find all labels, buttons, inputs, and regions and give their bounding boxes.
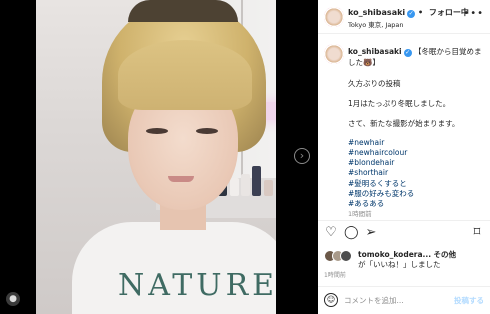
header-username-row: ko_shibasaki ✓ • フォロー中 [348, 8, 469, 18]
left-eye [146, 128, 168, 134]
user-icon[interactable]: ● [6, 292, 20, 306]
others-link[interactable]: その他 [434, 250, 457, 259]
bottle [252, 166, 261, 196]
comment-bar: ☺ 投稿する [318, 286, 490, 314]
hashtag-link[interactable]: #blondehair [348, 158, 394, 167]
likes-suffix: が「いいね！」しました [358, 260, 441, 269]
comment-input[interactable] [344, 294, 454, 307]
caption-first-line: ko_shibasaki ✓ 【冬眠から目覚めました🐻】 [348, 46, 486, 68]
verified-badge-icon: ✓ [403, 49, 412, 57]
hair-roots [128, 0, 238, 22]
emoji-icon[interactable]: ☺ [324, 293, 338, 307]
username-link[interactable]: ko_shibasaki [348, 8, 405, 17]
hashtag-link[interactable]: #shorthair [348, 168, 388, 177]
location-link[interactable]: Tokyo 東京, Japan [348, 19, 404, 29]
liker-avatar[interactable] [340, 250, 352, 262]
post-timestamp: 1時間前 [324, 272, 346, 279]
caption-line: 久方ぶりの投稿 [348, 79, 401, 88]
hashtag-link[interactable]: #newhair [348, 138, 384, 147]
post-header: ko_shibasaki ✓ • フォロー中 Tokyo 東京, Japan ••… [318, 0, 490, 34]
action-bar: ♡ ◯ ➢ ⌑ [318, 220, 490, 244]
more-dots-icon[interactable]: ••• [463, 8, 484, 19]
share-icon[interactable]: ➢ [364, 226, 378, 240]
chevron-right-icon[interactable]: › [294, 148, 310, 164]
hashtag-link[interactable]: #newhaircolour [348, 148, 407, 157]
bookmark-icon[interactable]: ⌑ [470, 226, 484, 240]
post-side-panel: ko_shibasaki ✓ • フォロー中 Tokyo 東京, Japan ••… [318, 0, 490, 314]
heart-icon[interactable]: ♡ [324, 226, 338, 240]
caption-line: さて、新たな撮影が始まります。 [348, 119, 460, 128]
bottle [241, 174, 250, 196]
profile-avatar[interactable] [324, 7, 344, 27]
post-photo[interactable]: NATURE [36, 0, 276, 314]
mouth [168, 176, 194, 182]
caption: ko_shibasaki ✓ 【冬眠から目覚めました🐻】 久方ぶりの投稿 1月はた… [318, 38, 490, 218]
caption-avatar[interactable] [324, 44, 344, 64]
photo-area: NATURE › ● [0, 0, 318, 314]
post-comment-button[interactable]: 投稿する [454, 295, 484, 306]
liker-username[interactable]: tomoko_kodera... [358, 250, 431, 259]
caption-timestamp: 1時間前 [348, 210, 372, 218]
verified-badge-icon: ✓ [407, 10, 416, 18]
caption-username[interactable]: ko_shibasaki [348, 47, 402, 56]
bottle [264, 180, 273, 196]
liker-avatars [324, 250, 354, 262]
bangs [118, 40, 252, 110]
bottle [230, 178, 239, 196]
comment-icon[interactable]: ◯ [344, 226, 359, 240]
caption-line: 1月はたっぷり冬眠しました。 [348, 99, 451, 108]
shirt-print-text: NATURE [118, 268, 276, 303]
right-eye [196, 128, 218, 134]
